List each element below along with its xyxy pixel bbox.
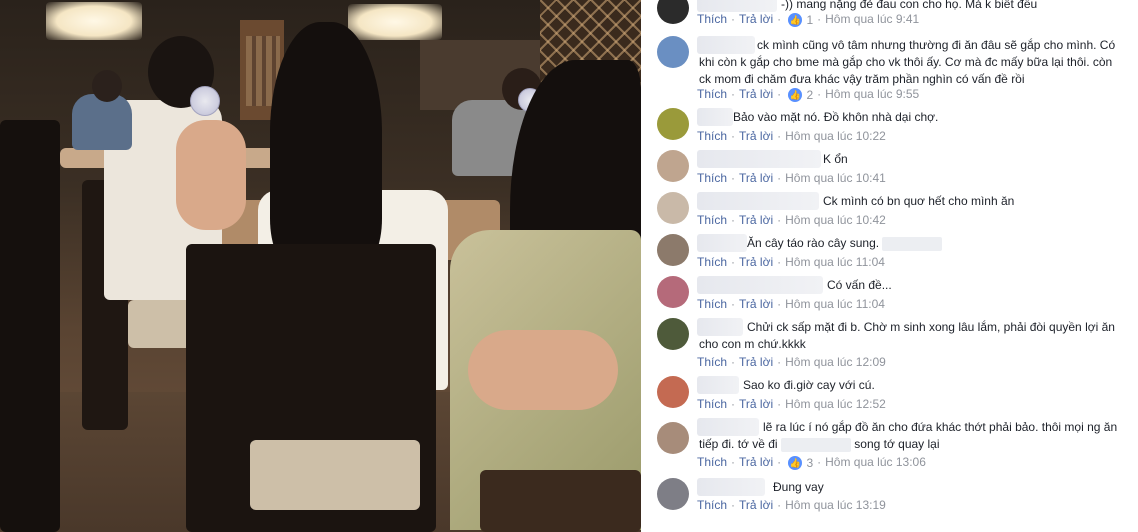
reaction-count[interactable]: 👍 2 (788, 88, 813, 102)
avatar[interactable] (657, 318, 689, 350)
comment-actions: Thích · Trả lời · 👍 3 · Hôm qua lúc 13:06 (697, 455, 926, 470)
comment-text: lẽ ra lúc í nó gắp đồ ăn cho đứa khác th… (699, 420, 1118, 452)
timestamp[interactable]: Hôm qua lúc 10:22 (785, 129, 886, 143)
avatar[interactable] (657, 192, 689, 224)
reply-link[interactable]: Trả lời (739, 297, 773, 311)
ceiling-lamp (348, 4, 442, 40)
reply-link[interactable]: Trả lời (739, 397, 773, 411)
comment-text: K ổn (823, 152, 848, 166)
diner-head (92, 70, 122, 102)
timestamp[interactable]: Hôm qua lúc 12:52 (785, 397, 886, 411)
like-link[interactable]: Thích (697, 171, 727, 185)
man-arm (176, 120, 246, 230)
reply-link[interactable]: Trả lời (739, 255, 773, 269)
comment-actions: Thích · Trả lời · Hôm qua lúc 12:09 (697, 355, 886, 369)
comment-actions: Thích · Trả lời · 👍 2 · Hôm qua lúc 9:55 (697, 87, 920, 102)
reply-link[interactable]: Trả lời (739, 12, 773, 26)
reply-link[interactable]: Trả lời (739, 355, 773, 369)
like-link[interactable]: Thích (697, 397, 727, 411)
diner-shirt (72, 94, 132, 150)
avatar[interactable] (657, 150, 689, 182)
foreground-table (480, 470, 641, 532)
author-name-redacted[interactable] (697, 150, 821, 168)
timestamp[interactable]: Hôm qua lúc 11:04 (785, 255, 885, 269)
comment-actions: Thích · Trả lời · Hôm qua lúc 11:04 (697, 255, 885, 269)
comment-actions: Thích · Trả lời · 👍 1 · Hôm qua lúc 9:41 (697, 12, 920, 27)
reaction-count[interactable]: 👍 1 (788, 13, 813, 27)
redacted-mention[interactable] (882, 236, 943, 251)
avatar[interactable] (657, 422, 689, 454)
timestamp[interactable]: Hôm qua lúc 11:04 (785, 297, 885, 311)
comment-text: Ăn cây táo rào cây sung. (747, 235, 1138, 252)
avatar[interactable] (657, 276, 689, 308)
restaurant-photo (0, 0, 641, 532)
comments-panel: -)) mang nặng đẻ đau con cho họ. Mà k bi… (641, 0, 1138, 532)
comment-actions: Thích · Trả lời · Hôm qua lúc 13:19 (697, 498, 886, 512)
like-link[interactable]: Thích (697, 87, 727, 101)
thumbs-up-icon: 👍 (788, 13, 803, 27)
comment-actions: Thích · Trả lời · Hôm qua lúc 10:22 (697, 129, 886, 143)
author-name-redacted[interactable] (697, 478, 765, 496)
comment-text: ck mình cũng vô tâm nhưng thường đi ăn đ… (699, 38, 1116, 86)
timestamp[interactable]: Hôm qua lúc 9:55 (825, 87, 919, 101)
comment-text: Bảo vào mặt nó. Đồ khôn nhà dại chợ. (733, 110, 939, 124)
comment-text: Đung vay (773, 480, 824, 494)
timestamp[interactable]: Hôm qua lúc 13:19 (785, 498, 886, 512)
like-link[interactable]: Thích (697, 12, 727, 26)
chair (0, 120, 60, 532)
comment-text: Có vấn đề... (827, 278, 892, 292)
author-name-redacted[interactable] (697, 234, 747, 252)
author-name-redacted[interactable] (697, 376, 739, 394)
timestamp[interactable]: Hôm qua lúc 12:09 (785, 355, 886, 369)
redacted-mention[interactable] (780, 437, 851, 452)
like-link[interactable]: Thích (697, 255, 727, 269)
comment-actions: Thích · Trả lời · Hôm qua lúc 10:41 (697, 171, 886, 185)
timestamp[interactable]: Hôm qua lúc 13:06 (825, 455, 926, 469)
face-blur (190, 86, 220, 116)
comment-text: Sao ko đi.giờ cay với cú. (743, 378, 875, 392)
thumbs-up-icon: 👍 (788, 88, 803, 102)
avatar[interactable] (657, 108, 689, 140)
avatar[interactable] (657, 36, 689, 68)
comment-text: Ck mình có bn quơ hết cho mình ăn (823, 194, 1015, 208)
timestamp[interactable]: Hôm qua lúc 10:41 (785, 171, 886, 185)
like-link[interactable]: Thích (697, 355, 727, 369)
foreground-arm (468, 330, 618, 410)
avatar[interactable] (657, 376, 689, 408)
timestamp[interactable]: Hôm qua lúc 10:42 (785, 213, 886, 227)
reaction-count[interactable]: 👍 3 (788, 456, 813, 470)
comment-actions: Thích · Trả lời · Hôm qua lúc 10:42 (697, 213, 886, 227)
reply-link[interactable]: Trả lời (739, 455, 773, 469)
reply-link[interactable]: Trả lời (739, 498, 773, 512)
reply-link[interactable]: Trả lời (739, 213, 773, 227)
avatar[interactable] (657, 0, 689, 24)
thumbs-up-icon: 👍 (788, 456, 803, 470)
reply-link[interactable]: Trả lời (739, 129, 773, 143)
like-link[interactable]: Thích (697, 213, 727, 227)
ceiling-lamp (46, 2, 142, 40)
like-link[interactable]: Thích (697, 129, 727, 143)
avatar[interactable] (657, 478, 689, 510)
like-link[interactable]: Thích (697, 498, 727, 512)
timestamp[interactable]: Hôm qua lúc 9:41 (825, 12, 919, 26)
author-name-redacted[interactable] (697, 276, 823, 294)
reply-link[interactable]: Trả lời (739, 171, 773, 185)
author-name-redacted[interactable] (697, 0, 777, 12)
author-name-redacted[interactable] (697, 192, 819, 210)
author-name-redacted[interactable] (697, 108, 733, 126)
reply-link[interactable]: Trả lời (739, 87, 773, 101)
avatar[interactable] (657, 234, 689, 266)
like-link[interactable]: Thích (697, 297, 727, 311)
like-link[interactable]: Thích (697, 455, 727, 469)
comment-text: Chửi ck sấp mặt đi b. Chờ m sinh xong lâ… (699, 320, 1115, 351)
chair-seat (250, 440, 420, 510)
comment-actions: Thích · Trả lời · Hôm qua lúc 12:52 (697, 397, 886, 411)
comment-actions: Thích · Trả lời · Hôm qua lúc 11:04 (697, 297, 885, 311)
woman-hair (270, 22, 382, 268)
